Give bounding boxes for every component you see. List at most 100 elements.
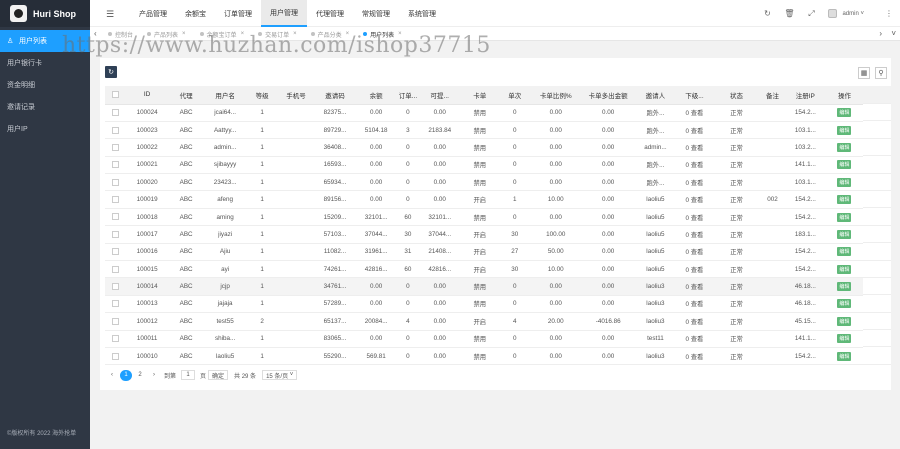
nav-users[interactable]: 用户管理 bbox=[261, 0, 307, 27]
tab-console[interactable]: 控制台 bbox=[108, 30, 133, 39]
row-checkbox-cell[interactable] bbox=[105, 260, 126, 279]
table-cell[interactable]: 0 查看 bbox=[675, 173, 713, 192]
prev-page-button[interactable]: ‹ bbox=[106, 370, 118, 381]
table-cell[interactable]: 0 查看 bbox=[675, 277, 713, 296]
tab-yuebao-orders[interactable]: 余额宝订单 × bbox=[199, 30, 245, 39]
close-icon[interactable]: × bbox=[293, 31, 297, 37]
menu-toggle-icon[interactable]: ☰ bbox=[106, 9, 114, 20]
row-checkbox[interactable] bbox=[111, 248, 119, 256]
table-cell[interactable]: 0 查看 bbox=[675, 121, 713, 140]
edit-button[interactable]: 编辑 bbox=[837, 195, 852, 205]
row-checkbox-cell[interactable] bbox=[105, 312, 126, 331]
tab-product-categories[interactable]: 产品分类 × bbox=[310, 30, 350, 39]
edit-button[interactable]: 编辑 bbox=[837, 229, 852, 239]
tab-product-list[interactable]: 产品列表 × bbox=[147, 30, 186, 39]
table-row[interactable]: 100016 ABC Ajiu 1 11082... 31961... 31 21408...… bbox=[105, 243, 863, 262]
row-checkbox[interactable] bbox=[111, 196, 119, 204]
row-checkbox-cell[interactable] bbox=[105, 225, 126, 244]
nav-system[interactable]: 系统管理 bbox=[399, 0, 445, 27]
table-cell[interactable]: 0 查看 bbox=[675, 243, 713, 262]
refresh-icon[interactable]: ↻ bbox=[756, 9, 778, 18]
nav-yuebao[interactable]: 余额宝 bbox=[176, 0, 215, 27]
row-checkbox-cell[interactable] bbox=[105, 208, 126, 227]
logo[interactable]: Huri Shop bbox=[0, 0, 90, 27]
table-row[interactable]: 100010 ABC laoliu5 1 55290... 569.81 0 0.00 禁用 0 0… bbox=[105, 347, 863, 366]
row-checkbox-cell[interactable] bbox=[105, 121, 126, 140]
row-checkbox[interactable] bbox=[111, 230, 119, 238]
row-checkbox-cell[interactable] bbox=[105, 277, 126, 296]
row-checkbox[interactable] bbox=[111, 317, 119, 325]
edit-button[interactable]: 编辑 bbox=[837, 142, 852, 152]
table-row[interactable]: 100015 ABC ayi 1 74261... 42816... 60 42816... 开… bbox=[105, 260, 863, 279]
row-checkbox[interactable] bbox=[111, 161, 119, 169]
page-2-button[interactable]: 2 bbox=[134, 370, 146, 381]
sidebar-item-bank-cards[interactable]: 用户银行卡 bbox=[0, 52, 90, 74]
row-checkbox-cell[interactable] bbox=[105, 104, 126, 122]
row-checkbox[interactable] bbox=[111, 126, 119, 134]
table-cell[interactable]: 0 查看 bbox=[675, 295, 713, 314]
edit-button[interactable]: 编辑 bbox=[837, 282, 852, 292]
tab-trade-orders[interactable]: 交易订单 × bbox=[258, 30, 297, 39]
table-row[interactable]: 100021 ABC sjibayyy 1 16593... 0.00 0 0.00 禁用 0 0.… bbox=[105, 156, 863, 175]
row-checkbox[interactable] bbox=[111, 109, 119, 117]
goto-confirm-button[interactable]: 确定 bbox=[208, 370, 229, 380]
table-cell[interactable]: 0 查看 bbox=[675, 104, 713, 122]
row-checkbox-cell[interactable] bbox=[105, 173, 126, 192]
edit-button[interactable]: 编辑 bbox=[837, 108, 852, 118]
next-page-button[interactable]: › bbox=[148, 370, 160, 381]
table-row[interactable]: 100020 ABC 23423... 1 65934... 0.00 0 0.00 禁用 0 0.… bbox=[105, 173, 863, 192]
table-cell[interactable]: 0 查看 bbox=[675, 208, 713, 227]
row-checkbox[interactable] bbox=[111, 213, 119, 221]
edit-button[interactable]: 编辑 bbox=[837, 264, 852, 274]
table-cell[interactable]: 0 查看 bbox=[675, 225, 713, 244]
close-icon[interactable]: × bbox=[398, 31, 402, 37]
edit-button[interactable]: 编辑 bbox=[837, 351, 852, 361]
admin-menu[interactable]: admin ˅ bbox=[842, 11, 864, 17]
close-icon[interactable]: × bbox=[346, 31, 350, 37]
select-all-checkbox[interactable] bbox=[105, 86, 126, 105]
row-checkbox[interactable] bbox=[111, 300, 119, 308]
tab-user-list[interactable]: 用户列表 × bbox=[363, 30, 402, 39]
row-checkbox-cell[interactable] bbox=[105, 347, 126, 366]
page-1-button[interactable]: 1 bbox=[120, 369, 132, 381]
table-row[interactable]: 100014 ABC jcjp 1 34761... 0.00 0 0.00 禁用 0 0.00 0.… bbox=[105, 277, 863, 296]
search-button[interactable]: ⚲ bbox=[875, 67, 887, 79]
table-cell[interactable]: 0 查看 bbox=[675, 330, 713, 348]
table-row[interactable]: 100018 ABC aming 1 15209... 32101... 60 32101..… bbox=[105, 208, 863, 227]
row-checkbox-cell[interactable] bbox=[105, 156, 126, 175]
sidebar-item-fund-details[interactable]: 资金明细 bbox=[0, 74, 90, 96]
edit-button[interactable]: 编辑 bbox=[837, 177, 852, 187]
nav-general[interactable]: 常规管理 bbox=[353, 0, 399, 27]
nav-products[interactable]: 产品管理 bbox=[130, 0, 176, 27]
row-checkbox-cell[interactable] bbox=[105, 330, 126, 348]
edit-button[interactable]: 编辑 bbox=[837, 299, 852, 309]
sidebar-item-user-ip[interactable]: 用户IP bbox=[0, 118, 90, 140]
nav-orders[interactable]: 订单管理 bbox=[215, 0, 261, 27]
table-cell[interactable]: 0 查看 bbox=[675, 260, 713, 279]
table-cell[interactable]: 0 查看 bbox=[675, 190, 713, 209]
column-filter-button[interactable]: ▦ bbox=[858, 67, 870, 79]
table-row[interactable]: 100023 ABC Aattyy... 1 89729... 5104.18 3 2183.… bbox=[105, 121, 863, 140]
table-cell[interactable]: 0 查看 bbox=[675, 138, 713, 157]
row-checkbox[interactable] bbox=[111, 265, 119, 273]
row-checkbox[interactable] bbox=[111, 283, 119, 291]
table-refresh-button[interactable]: ↻ bbox=[105, 66, 117, 78]
chevron-down-icon[interactable]: ˅ bbox=[891, 29, 896, 38]
close-icon[interactable]: × bbox=[241, 31, 245, 37]
row-checkbox-cell[interactable] bbox=[105, 243, 126, 262]
row-checkbox-cell[interactable] bbox=[105, 190, 126, 209]
edit-button[interactable]: 编辑 bbox=[837, 334, 852, 344]
row-checkbox-cell[interactable] bbox=[105, 295, 126, 314]
row-checkbox[interactable] bbox=[111, 143, 119, 151]
sidebar-item-invite-records[interactable]: 邀请记录 bbox=[0, 96, 90, 118]
nav-agents[interactable]: 代理管理 bbox=[307, 0, 353, 27]
table-row[interactable]: 100017 ABC jiyazi 1 57103... 37044... 30 37044.… bbox=[105, 225, 863, 244]
table-row[interactable]: 100022 ABC admin... 1 36408... 0.00 0 0.00 禁用 0 0.… bbox=[105, 138, 863, 157]
more-icon[interactable]: ⋮ bbox=[878, 9, 900, 18]
avatar[interactable] bbox=[828, 9, 838, 18]
sidebar-item-user-list[interactable]: ♙ 用户列表 bbox=[0, 30, 90, 52]
chevron-left-icon[interactable]: ‹ bbox=[94, 29, 97, 38]
fullscreen-icon[interactable]: ⤢ bbox=[800, 9, 822, 19]
edit-button[interactable]: 编辑 bbox=[837, 247, 852, 257]
edit-button[interactable]: 编辑 bbox=[837, 316, 852, 326]
